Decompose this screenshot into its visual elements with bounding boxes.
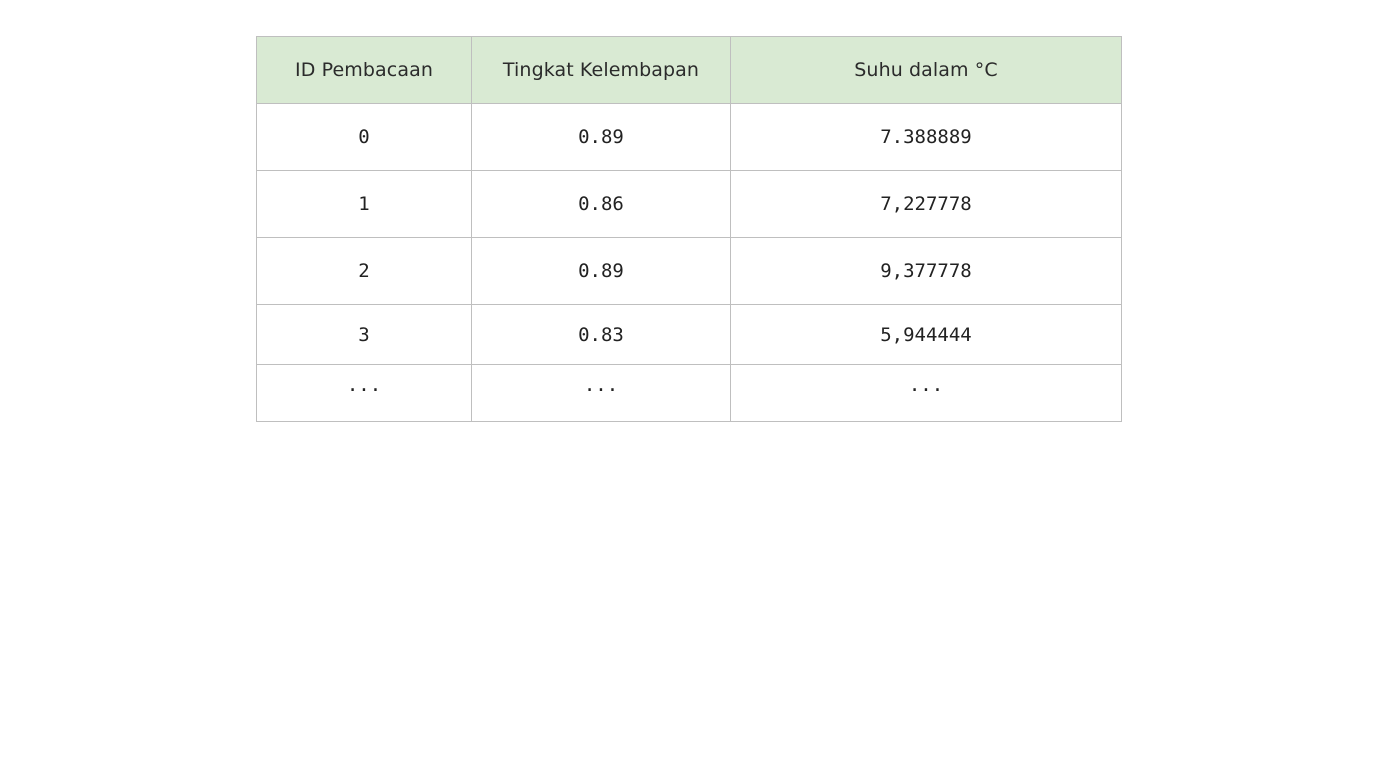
- table-row: 3 0.83 5,944444: [256, 304, 1122, 365]
- table-row: 1 0.86 7,227778: [256, 170, 1122, 238]
- header-row: ID Pembacaan Tingkat Kelembapan Suhu dal…: [256, 36, 1122, 104]
- readings-table: ID Pembacaan Tingkat Kelembapan Suhu dal…: [256, 36, 1122, 422]
- table-row: 2 0.89 9,377778: [256, 237, 1122, 305]
- cell-id: 3: [256, 304, 472, 365]
- table-row-ellipsis: ... ... ...: [256, 364, 1122, 422]
- cell-temperature: 9,377778: [730, 237, 1122, 305]
- cell-humidity: 0.83: [471, 304, 731, 365]
- cell-temperature: 7.388889: [730, 103, 1122, 171]
- table-body: 0 0.89 7.388889 1 0.86 7,227778 2 0.89 9…: [256, 103, 1122, 422]
- cell-ellipsis: ...: [256, 364, 472, 422]
- table-row: 0 0.89 7.388889: [256, 103, 1122, 171]
- table-header: ID Pembacaan Tingkat Kelembapan Suhu dal…: [256, 36, 1122, 104]
- cell-temperature: 7,227778: [730, 170, 1122, 238]
- cell-ellipsis: ...: [471, 364, 731, 422]
- cell-humidity: 0.89: [471, 103, 731, 171]
- cell-ellipsis: ...: [730, 364, 1122, 422]
- cell-id: 2: [256, 237, 472, 305]
- cell-id: 0: [256, 103, 472, 171]
- cell-id: 1: [256, 170, 472, 238]
- cell-temperature: 5,944444: [730, 304, 1122, 365]
- cell-humidity: 0.89: [471, 237, 731, 305]
- cell-humidity: 0.86: [471, 170, 731, 238]
- header-id-pembacaan: ID Pembacaan: [256, 36, 472, 104]
- header-tingkat-kelembapan: Tingkat Kelembapan: [471, 36, 731, 104]
- header-suhu: Suhu dalam °C: [730, 36, 1122, 104]
